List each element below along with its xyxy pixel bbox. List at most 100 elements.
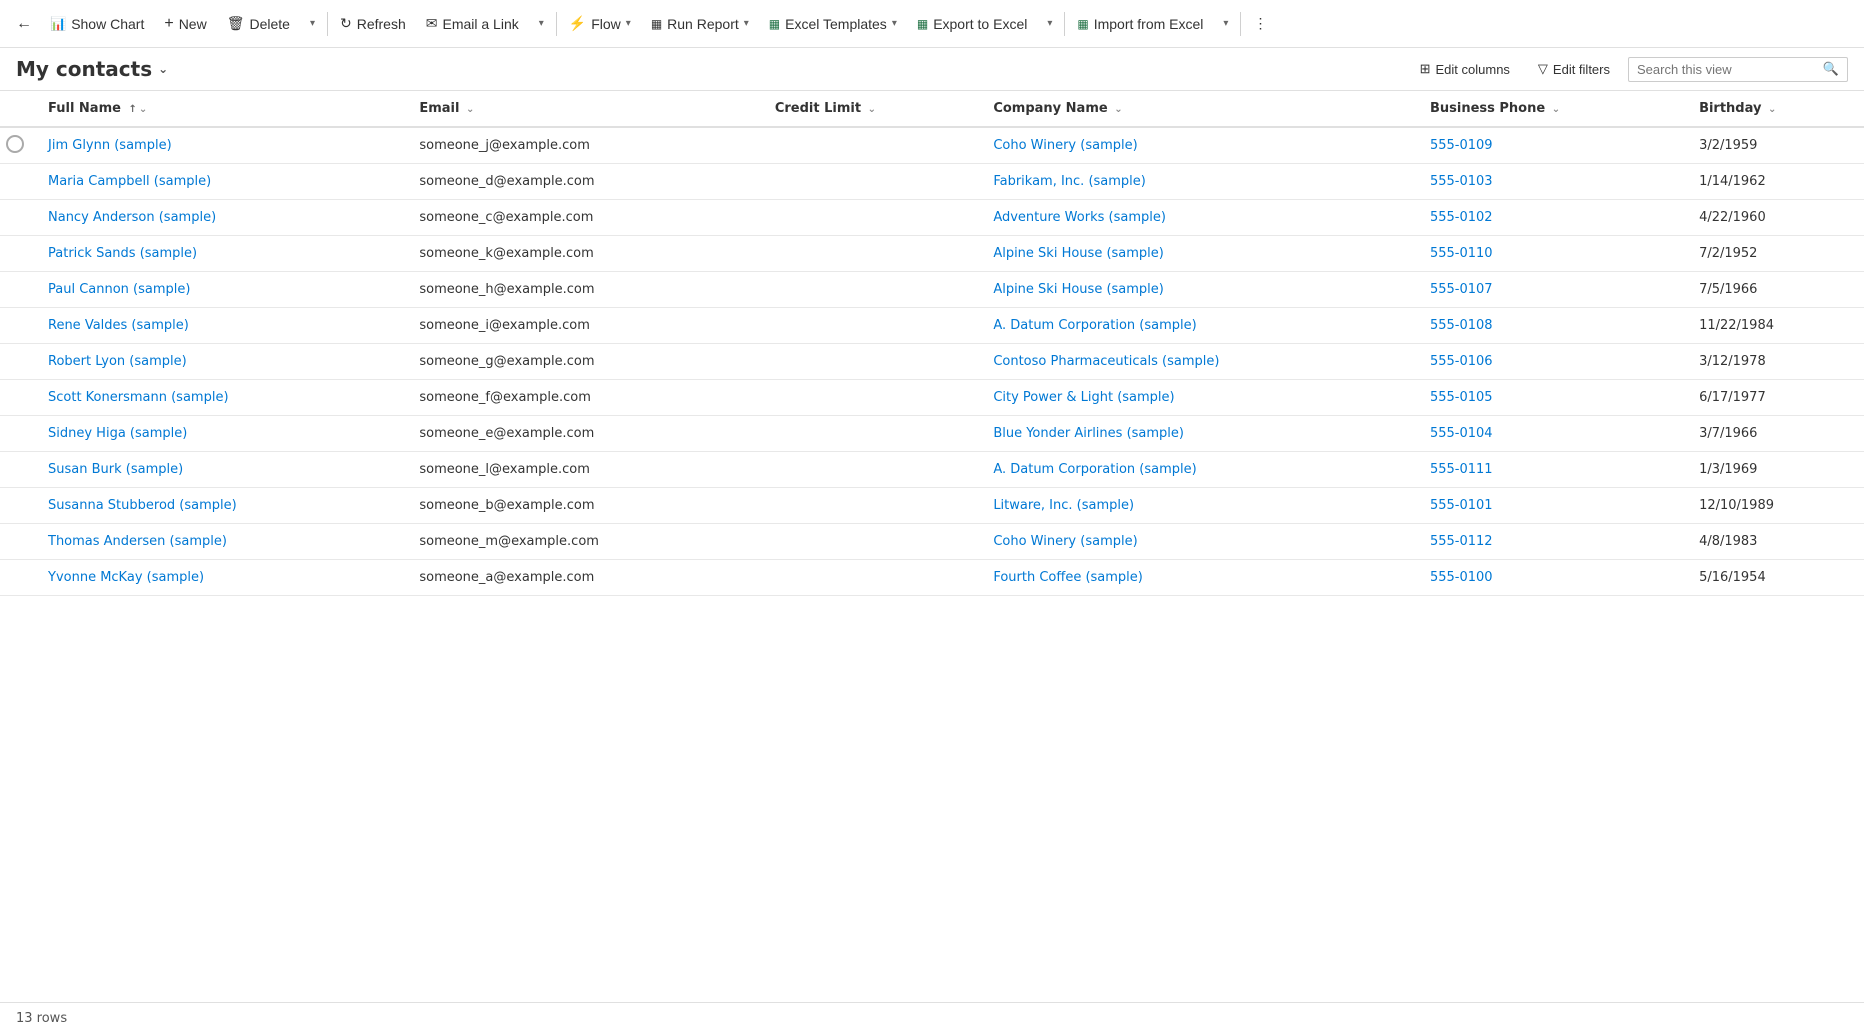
- cell-fullname[interactable]: Nancy Anderson (sample): [36, 200, 407, 236]
- cell-companyname[interactable]: Adventure Works (sample): [981, 200, 1418, 236]
- contacts-table-container: Full Name ↑⌄ Email ⌄ Credit Limit ⌄ Comp…: [0, 91, 1864, 1002]
- cell-companyname[interactable]: A. Datum Corporation (sample): [981, 452, 1418, 488]
- select-all-header[interactable]: [0, 91, 36, 127]
- cell-businessphone[interactable]: 555-0109: [1418, 127, 1687, 164]
- col-email[interactable]: Email ⌄: [407, 91, 762, 127]
- cell-birthday: 3/7/1966: [1687, 416, 1864, 452]
- edit-columns-button[interactable]: ⊞ Edit columns: [1410, 56, 1520, 82]
- main-toolbar: ← 📊 Show Chart + New 🗑 Delete ▾ ↻ Refres…: [0, 0, 1864, 48]
- cell-fullname[interactable]: Yvonne McKay (sample): [36, 560, 407, 596]
- cell-fullname[interactable]: Scott Konersmann (sample): [36, 380, 407, 416]
- import-excel-button[interactable]: ▦ Import from Excel: [1067, 10, 1213, 38]
- cell-businessphone[interactable]: 555-0107: [1418, 272, 1687, 308]
- cell-email: someone_k@example.com: [407, 236, 762, 272]
- cell-companyname[interactable]: Litware, Inc. (sample): [981, 488, 1418, 524]
- table-row: Susanna Stubberod (sample)someone_b@exam…: [0, 488, 1864, 524]
- cell-birthday: 7/2/1952: [1687, 236, 1864, 272]
- excel-templates-button[interactable]: ▦ Excel Templates ▾: [759, 10, 907, 38]
- col-creditlimit[interactable]: Credit Limit ⌄: [763, 91, 982, 127]
- cell-businessphone[interactable]: 555-0110: [1418, 236, 1687, 272]
- cell-fullname[interactable]: Paul Cannon (sample): [36, 272, 407, 308]
- row-checkbox[interactable]: [6, 135, 24, 153]
- flow-button[interactable]: ⚡ Flow ▾: [559, 9, 641, 38]
- cell-companyname[interactable]: City Power & Light (sample): [981, 380, 1418, 416]
- search-box[interactable]: 🔍: [1628, 57, 1848, 82]
- flow-dropdown-icon: ▾: [626, 18, 631, 29]
- cell-fullname[interactable]: Susan Burk (sample): [36, 452, 407, 488]
- cell-creditlimit: [763, 127, 982, 164]
- cell-businessphone[interactable]: 555-0101: [1418, 488, 1687, 524]
- cell-businessphone[interactable]: 555-0105: [1418, 380, 1687, 416]
- cell-creditlimit: [763, 344, 982, 380]
- export-excel-button[interactable]: ▦ Export to Excel: [907, 10, 1038, 38]
- search-icon: 🔍: [1823, 62, 1839, 77]
- col-businessphone[interactable]: Business Phone ⌄: [1418, 91, 1687, 127]
- delete-button[interactable]: 🗑 Delete: [217, 9, 300, 38]
- cell-companyname[interactable]: Coho Winery (sample): [981, 524, 1418, 560]
- cell-email: someone_j@example.com: [407, 127, 762, 164]
- cell-businessphone[interactable]: 555-0108: [1418, 308, 1687, 344]
- cell-creditlimit: [763, 560, 982, 596]
- cell-fullname[interactable]: Sidney Higa (sample): [36, 416, 407, 452]
- delete-caret-button[interactable]: ▾: [300, 12, 325, 35]
- cell-fullname[interactable]: Thomas Andersen (sample): [36, 524, 407, 560]
- run-report-button[interactable]: ▦ Run Report ▾: [641, 10, 759, 38]
- cell-companyname[interactable]: Blue Yonder Airlines (sample): [981, 416, 1418, 452]
- title-dropdown-icon[interactable]: ⌄: [158, 62, 168, 76]
- refresh-button[interactable]: ↻ Refresh: [330, 9, 416, 38]
- cell-birthday: 3/2/1959: [1687, 127, 1864, 164]
- cell-companyname[interactable]: A. Datum Corporation (sample): [981, 308, 1418, 344]
- divider-1: [327, 12, 328, 36]
- col-fullname[interactable]: Full Name ↑⌄: [36, 91, 407, 127]
- table-row: Nancy Anderson (sample)someone_c@example…: [0, 200, 1864, 236]
- new-label: New: [179, 16, 207, 32]
- cell-companyname[interactable]: Coho Winery (sample): [981, 127, 1418, 164]
- cell-email: someone_m@example.com: [407, 524, 762, 560]
- cell-companyname[interactable]: Fourth Coffee (sample): [981, 560, 1418, 596]
- search-input[interactable]: [1637, 62, 1817, 77]
- edit-columns-icon: ⊞: [1420, 61, 1431, 77]
- cell-fullname[interactable]: Susanna Stubberod (sample): [36, 488, 407, 524]
- edit-filters-button[interactable]: ▽ Edit filters: [1528, 56, 1620, 82]
- email-caret-button[interactable]: ▾: [529, 12, 554, 35]
- cell-birthday: 4/22/1960: [1687, 200, 1864, 236]
- cell-fullname[interactable]: Maria Campbell (sample): [36, 164, 407, 200]
- cell-businessphone[interactable]: 555-0111: [1418, 452, 1687, 488]
- delete-icon: 🗑: [227, 15, 245, 32]
- cell-businessphone[interactable]: 555-0100: [1418, 560, 1687, 596]
- col-companyname[interactable]: Company Name ⌄: [981, 91, 1418, 127]
- cell-fullname[interactable]: Patrick Sands (sample): [36, 236, 407, 272]
- cell-companyname[interactable]: Fabrikam, Inc. (sample): [981, 164, 1418, 200]
- cell-creditlimit: [763, 308, 982, 344]
- export-caret-button[interactable]: ▾: [1037, 12, 1062, 35]
- table-row: Patrick Sands (sample)someone_k@example.…: [0, 236, 1864, 272]
- cell-businessphone[interactable]: 555-0112: [1418, 524, 1687, 560]
- email-link-button[interactable]: ✉ Email a Link: [416, 9, 529, 38]
- email-link-label: Email a Link: [442, 16, 518, 32]
- flow-label: Flow: [591, 16, 621, 32]
- col-birthday[interactable]: Birthday ⌄: [1687, 91, 1864, 127]
- edit-columns-label: Edit columns: [1436, 62, 1510, 77]
- import-caret-button[interactable]: ▾: [1213, 12, 1238, 35]
- cell-companyname[interactable]: Contoso Pharmaceuticals (sample): [981, 344, 1418, 380]
- cell-companyname[interactable]: Alpine Ski House (sample): [981, 236, 1418, 272]
- cell-businessphone[interactable]: 555-0106: [1418, 344, 1687, 380]
- cell-businessphone[interactable]: 555-0102: [1418, 200, 1687, 236]
- cell-companyname[interactable]: Alpine Ski House (sample): [981, 272, 1418, 308]
- cell-creditlimit: [763, 488, 982, 524]
- new-button[interactable]: + New: [154, 9, 216, 39]
- cell-businessphone[interactable]: 555-0104: [1418, 416, 1687, 452]
- cell-businessphone[interactable]: 555-0103: [1418, 164, 1687, 200]
- cell-birthday: 1/3/1969: [1687, 452, 1864, 488]
- back-button[interactable]: ←: [8, 9, 40, 39]
- status-bar: 13 rows: [0, 1002, 1864, 1034]
- show-chart-button[interactable]: 📊 Show Chart: [40, 10, 154, 38]
- table-row: Thomas Andersen (sample)someone_m@exampl…: [0, 524, 1864, 560]
- cell-birthday: 7/5/1966: [1687, 272, 1864, 308]
- more-button[interactable]: ⋮: [1243, 9, 1277, 38]
- cell-fullname[interactable]: Rene Valdes (sample): [36, 308, 407, 344]
- cell-fullname[interactable]: Robert Lyon (sample): [36, 344, 407, 380]
- cell-email: someone_i@example.com: [407, 308, 762, 344]
- cell-fullname[interactable]: Jim Glynn (sample): [36, 127, 407, 164]
- new-icon: +: [164, 15, 173, 33]
